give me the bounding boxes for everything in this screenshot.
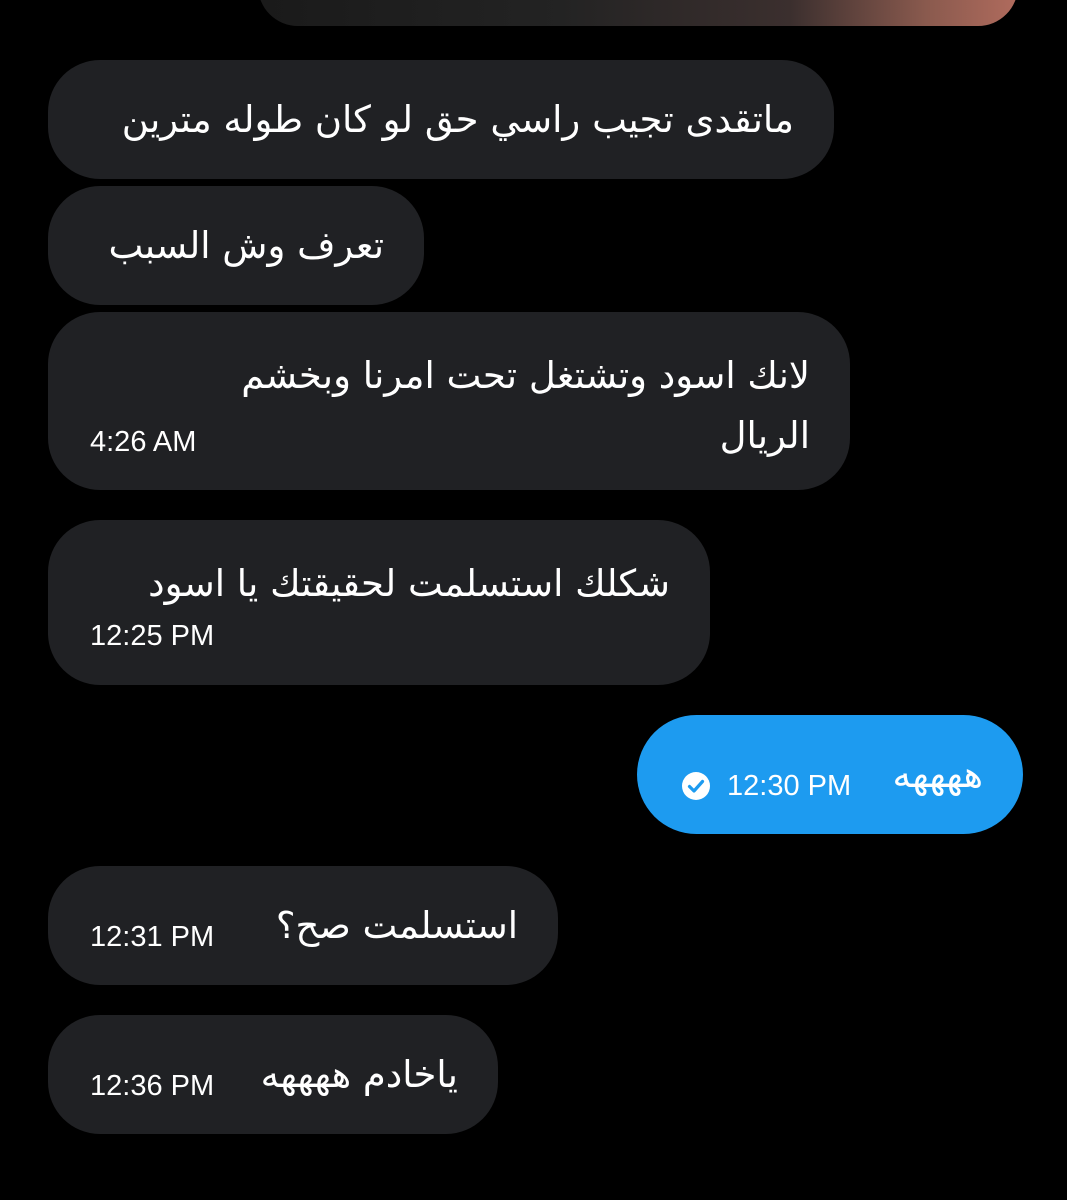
message-timestamp: 12:36 PM — [90, 1070, 215, 1102]
message-text: ياخادم ههههه — [260, 1053, 458, 1096]
message-timestamp: 12:25 PM — [90, 620, 215, 652]
message-text: ههههه — [892, 753, 983, 796]
sent-check-icon — [682, 772, 710, 800]
message-bubble[interactable]: ماتقدى تجيب راسي حق لو كان طوله مترين — [48, 60, 834, 179]
message-timestamp: 12:30 PM — [727, 770, 852, 802]
message-timestamp: 12:31 PM — [90, 921, 215, 953]
message-bubble[interactable]: ياخادم ههههه 12:36 PM — [48, 1015, 498, 1134]
message-bubble[interactable]: شكلك استسلمت لحقيقتك يا اسود 12:25 PM — [48, 520, 710, 685]
message-bubble[interactable]: تعرف وش السبب — [48, 186, 424, 305]
message-bubble[interactable]: استسلمت صح؟ 12:31 PM — [48, 866, 558, 985]
message-text: شكلك استسلمت لحقيقتك يا اسود — [148, 562, 670, 605]
message-timestamp: 4:26 AM — [90, 426, 197, 458]
message-bubble[interactable]: لانك اسود وتشتغل تحت امرنا وبخشم الريال … — [48, 312, 850, 490]
message-text: تعرف وش السبب — [108, 224, 384, 267]
message-text: لانك اسود وتشتغل تحت امرنا وبخشم الريال — [241, 354, 810, 457]
message-text: ماتقدى تجيب راسي حق لو كان طوله مترين — [121, 98, 794, 141]
media-preview[interactable] — [258, 0, 1018, 26]
message-text: استسلمت صح؟ — [275, 904, 518, 947]
message-bubble-outgoing[interactable]: ههههه 12:30 PM — [637, 715, 1023, 834]
